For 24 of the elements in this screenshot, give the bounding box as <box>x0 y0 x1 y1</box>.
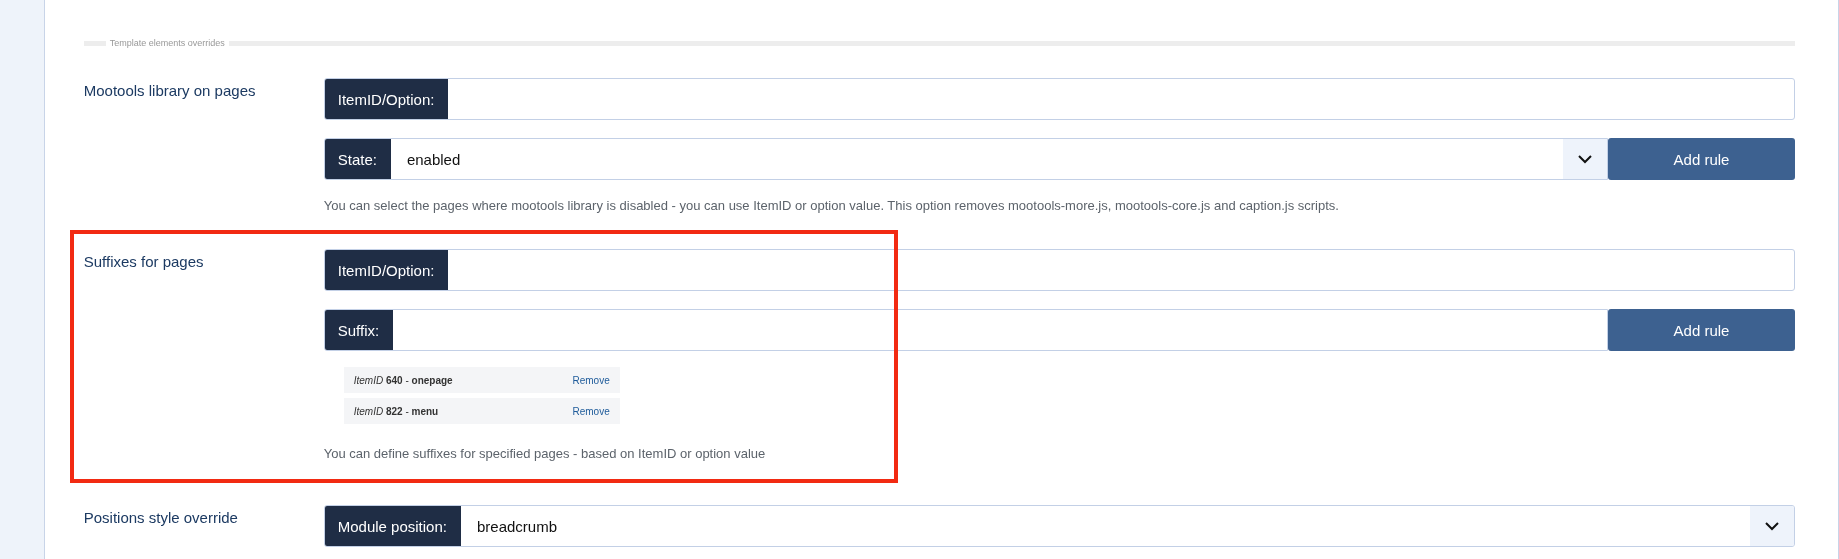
input-field[interactable]: ItemID/Option: <box>323 78 1795 120</box>
select-field[interactable]: Module position: breadcrumb <box>323 505 1795 547</box>
field-label: Suffix: <box>324 310 394 350</box>
field-label: ItemID/Option: <box>324 79 449 119</box>
selected-value: breadcrumb <box>475 516 558 537</box>
add-rule-button[interactable]: Add rule <box>1608 309 1795 351</box>
field-label: Module position: <box>324 506 461 546</box>
rule-text: ItemID 822 - menu <box>353 405 439 417</box>
setting-label: Positions style override <box>83 508 239 528</box>
add-rule-button[interactable]: Add rule <box>1608 138 1795 180</box>
field-label: State: <box>324 139 391 179</box>
help-text: You can select the pages where mootools library is disabled - you can use ItemID or option value. This option removes mootools-more.js, mootools-core.js and caption.js scripts. <box>323 198 1340 213</box>
select-field[interactable]: State: enabled <box>323 138 1608 180</box>
rule-text: ItemID 640 - onepage <box>353 374 453 386</box>
section-title: Template elements overrides <box>105 38 229 48</box>
selected-value: enabled <box>405 149 462 170</box>
setting-label: Suffixes for pages <box>83 252 205 272</box>
setting-label: Mootools library on pages <box>83 81 257 101</box>
remove-link[interactable]: Remove <box>572 374 610 386</box>
input-field[interactable]: Suffix: <box>323 309 1608 351</box>
field-label: ItemID/Option: <box>324 250 449 290</box>
remove-link[interactable]: Remove <box>572 405 610 417</box>
help-text: You can define suffixes for specified pages - based on ItemID or option value <box>323 446 767 461</box>
input-field[interactable]: ItemID/Option: <box>323 249 1795 291</box>
